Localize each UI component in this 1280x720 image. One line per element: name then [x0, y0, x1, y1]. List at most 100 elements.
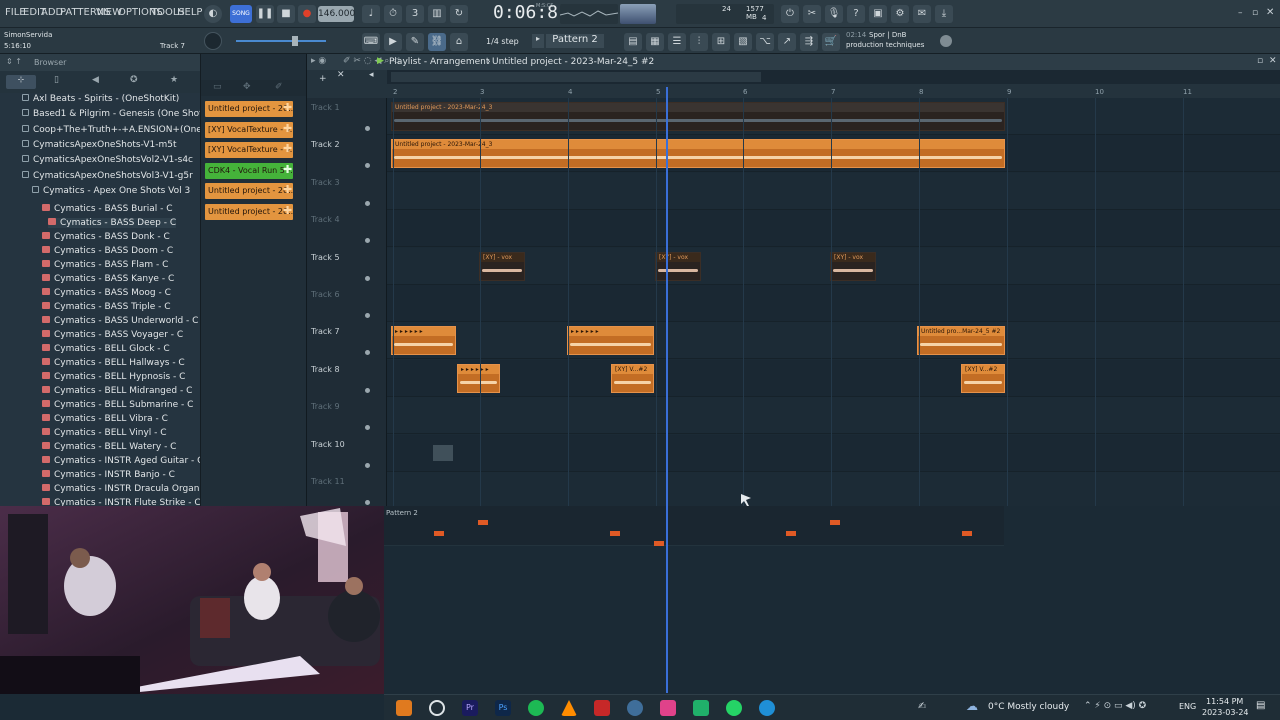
- slider-handle[interactable]: [292, 36, 298, 46]
- snap-icon[interactable]: ⌨: [362, 33, 380, 51]
- browser-all-tab[interactable]: ⊹: [6, 75, 36, 89]
- browser-sample-folder[interactable]: Cymatics - BASS Donk - C: [42, 232, 170, 242]
- clock-time[interactable]: 11:54 PM: [1206, 697, 1243, 706]
- stop-icon[interactable]: ■: [277, 5, 295, 23]
- clip-header[interactable]: ▸ ▸ ▸ ▸ ▸ ▸: [568, 327, 653, 337]
- browser-sample-folder[interactable]: Cymatics - BELL Vinyl - C: [42, 428, 167, 438]
- clock-date[interactable]: 2023-03-24: [1202, 708, 1249, 717]
- picker-brush-icon[interactable]: ✐: [275, 82, 283, 92]
- browser-sample-folder[interactable]: Cymatics - BASS Burial - C: [42, 204, 173, 214]
- channel-add-icon[interactable]: ✚: [283, 163, 292, 176]
- countdown-icon[interactable]: 3: [406, 5, 424, 23]
- channel-add-icon[interactable]: ✚: [283, 142, 292, 155]
- pattern-note[interactable]: [610, 531, 620, 536]
- clip-header[interactable]: Untitled project - 2023-Mar-24_3: [392, 103, 1004, 112]
- master-volume-knob[interactable]: [204, 32, 222, 50]
- arrow-icon[interactable]: ▶: [384, 33, 402, 51]
- track-lane[interactable]: [387, 322, 1280, 360]
- step-selector[interactable]: 1/4 step: [486, 37, 519, 46]
- save-icon[interactable]: ▣: [869, 5, 887, 23]
- playlist-menu-icon[interactable]: ▸ ◉: [311, 56, 326, 66]
- browser-folder[interactable]: CymaticsApexOneShots-V1-m5t: [22, 139, 176, 150]
- pattern-note[interactable]: [786, 531, 796, 536]
- audio-clip[interactable]: [XY] - vox: [830, 251, 876, 281]
- master-pitch-slider[interactable]: [236, 40, 326, 42]
- track-name[interactable]: Track 8: [311, 365, 340, 374]
- clip-header[interactable]: ▸ ▸ ▸ ▸ ▸ ▸: [392, 327, 455, 337]
- browser-sample-folder[interactable]: Cymatics - INSTR Banjo - C: [42, 470, 175, 480]
- track-name[interactable]: Track 6: [311, 290, 340, 299]
- language-indicator[interactable]: ENG: [1179, 702, 1196, 711]
- browser-sample-folder[interactable]: Cymatics - BELL Hallways - C: [42, 358, 185, 368]
- browser-sample-folder[interactable]: Cymatics - BELL Vibra - C: [42, 414, 168, 424]
- track-mute-dot-icon[interactable]: [365, 275, 370, 281]
- browser-sample-folder[interactable]: Cymatics - INSTR Aged Guitar - C: [42, 456, 203, 466]
- browser-sample-folder[interactable]: Cymatics - BELL Midranged - C: [42, 386, 192, 396]
- channel-button[interactable]: Untitled project - 20...: [205, 204, 293, 220]
- clip-header[interactable]: [XY] - vox: [656, 252, 700, 262]
- browser-sample-folder[interactable]: Cymatics - BASS Deep - C: [48, 218, 177, 228]
- clip-header[interactable]: Untitled project - 2023-Mar-24_3: [392, 140, 1004, 150]
- pattern-selector[interactable]: Pattern 2: [546, 34, 604, 48]
- channel-button[interactable]: CDK4 - Vocal Run 5 -...: [205, 162, 293, 179]
- track-name[interactable]: Track 10: [311, 440, 345, 449]
- track-name[interactable]: Track 4: [311, 215, 340, 224]
- browser-sample-folder[interactable]: Cymatics - BASS Kanye - C: [42, 274, 174, 284]
- plugin-db-icon[interactable]: ⊞: [712, 33, 730, 51]
- spotify-icon[interactable]: [528, 700, 544, 716]
- download-icon[interactable]: ⤓: [935, 5, 953, 23]
- track-name[interactable]: Track 5: [311, 253, 340, 262]
- news-icon[interactable]: [940, 35, 952, 47]
- audio-clip[interactable]: Untitled project - 2023-Mar-24_3: [391, 102, 1005, 131]
- audio-clip[interactable]: ▸ ▸ ▸ ▸ ▸ ▸: [457, 363, 500, 393]
- overview-view[interactable]: [391, 72, 761, 82]
- audio-clip[interactable]: [XY] V...#2: [961, 363, 1005, 393]
- browser-arrows-icon[interactable]: ⇕ ↑: [6, 57, 22, 66]
- close-icon[interactable]: ✕: [1266, 7, 1274, 18]
- edge-icon[interactable]: [759, 700, 775, 716]
- clip-header[interactable]: [XY] V...#2: [962, 364, 1004, 374]
- scroll-right-icon[interactable]: ◂: [369, 70, 374, 80]
- pen-icon[interactable]: ✍: [918, 701, 926, 712]
- track-lane[interactable]: [387, 397, 1280, 435]
- loop-record-icon[interactable]: ↻: [450, 5, 468, 23]
- channel-button[interactable]: [XY] VocalTexture - v...: [205, 142, 293, 159]
- cart-icon[interactable]: 🛒: [822, 33, 840, 51]
- picker-move-icon[interactable]: ✥: [243, 82, 251, 92]
- pattern-prev-icon[interactable]: ▸: [532, 34, 544, 48]
- sample-clip-icon[interactable]: [433, 444, 453, 461]
- browser-icon[interactable]: ▧: [734, 33, 752, 51]
- clip-header[interactable]: [XY] V...#2: [612, 364, 653, 374]
- track-name[interactable]: Track 1: [311, 103, 340, 112]
- clip-header[interactable]: Untitled pro...Mar-24_5 #2: [918, 327, 1004, 337]
- pattern-lane[interactable]: Pattern 2: [384, 506, 1004, 546]
- track-lane[interactable]: [387, 285, 1280, 322]
- mic-icon[interactable]: 🎙: [825, 5, 843, 23]
- channel-add-icon[interactable]: ✚: [283, 122, 292, 135]
- track-name[interactable]: Track 11: [311, 477, 345, 486]
- track-name[interactable]: Track 3: [311, 178, 340, 187]
- clip-header[interactable]: [XY] - vox: [480, 252, 524, 262]
- step-edit-icon[interactable]: ▥: [428, 5, 446, 23]
- picker-layout-icon[interactable]: ▭: [213, 82, 222, 92]
- browser-plugins-icon[interactable]: ◀: [92, 75, 99, 85]
- browser-files-icon[interactable]: ▯: [54, 75, 59, 85]
- reset-icon[interactable]: ⏻: [781, 5, 799, 23]
- audio-clip[interactable]: [XY] - vox: [479, 251, 525, 281]
- audio-clip[interactable]: Untitled pro...Mar-24_5 #2: [917, 326, 1005, 356]
- browser-folder[interactable]: CymaticsApexOneShotsVol3-V1-g5r: [22, 170, 193, 181]
- browser-sample-folder[interactable]: Cymatics - BELL Hypnosis - C: [42, 372, 185, 382]
- channel-add-icon[interactable]: ✚: [283, 183, 292, 196]
- browser-starred-icon[interactable]: ★: [170, 75, 178, 85]
- browser-sample-folder[interactable]: Cymatics - BASS Voyager - C: [42, 330, 183, 340]
- track-lane[interactable]: [387, 472, 1280, 509]
- playlist-icon[interactable]: ▤: [624, 33, 642, 51]
- track-lane[interactable]: [387, 434, 1280, 472]
- record-icon[interactable]: ●: [298, 5, 316, 23]
- channel-button[interactable]: Untitled project - 20...: [205, 101, 293, 117]
- add-track-icon[interactable]: +: [319, 74, 327, 84]
- track-mute-dot-icon[interactable]: [365, 462, 370, 468]
- pattern-note[interactable]: [962, 531, 972, 536]
- notification-icon[interactable]: ▤: [1256, 700, 1265, 711]
- audio-clip[interactable]: [XY] - vox: [655, 251, 701, 281]
